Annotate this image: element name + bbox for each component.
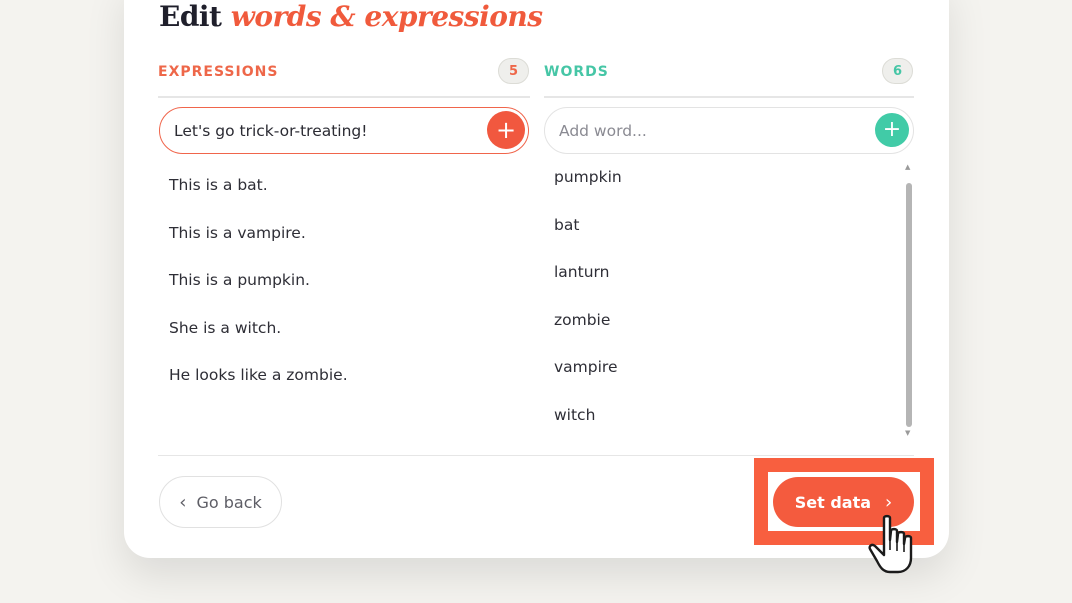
go-back-button[interactable]: ‹ Go back xyxy=(159,476,282,528)
expressions-count-badge: 5 xyxy=(498,58,529,84)
add-word-button[interactable]: + xyxy=(875,113,909,147)
expression-input-wrapper: + xyxy=(159,107,529,154)
set-data-label: Set data xyxy=(794,492,872,512)
chevron-left-icon: ‹ xyxy=(179,491,187,513)
expressions-label: EXPRESSIONS xyxy=(158,64,279,80)
word-item[interactable]: bat xyxy=(554,216,904,264)
scrollbar-thumb[interactable] xyxy=(906,183,912,427)
word-item[interactable]: vampire xyxy=(554,358,904,406)
plus-icon: + xyxy=(495,116,517,144)
words-count-badge: 6 xyxy=(882,58,913,84)
expression-item[interactable]: This is a bat. xyxy=(169,176,529,224)
expression-item[interactable]: He looks like a zombie. xyxy=(169,366,529,414)
word-item[interactable]: pumpkin xyxy=(554,168,904,216)
word-input-wrapper: + xyxy=(544,107,914,154)
expression-item[interactable]: This is a vampire. xyxy=(169,224,529,272)
word-item[interactable]: lanturn xyxy=(554,263,904,311)
scroll-up-icon[interactable]: ▲ xyxy=(905,163,910,171)
title-prefix: Edit xyxy=(159,0,222,33)
scroll-down-icon[interactable]: ▼ xyxy=(905,429,910,437)
words-header: WORDS 6 xyxy=(544,58,914,98)
words-scrollbar[interactable]: ▲ ▼ xyxy=(904,163,914,437)
word-item[interactable]: witch xyxy=(554,406,904,454)
add-expression-button[interactable]: + xyxy=(487,111,525,149)
expression-input[interactable] xyxy=(174,119,474,143)
words-label: WORDS xyxy=(544,64,609,80)
expression-item[interactable]: She is a witch. xyxy=(169,319,529,367)
go-back-label: Go back xyxy=(196,492,262,512)
expressions-list: This is a bat. This is a vampire. This i… xyxy=(169,176,529,414)
footer-divider xyxy=(158,455,914,456)
expression-item[interactable]: This is a pumpkin. xyxy=(169,271,529,319)
word-input[interactable] xyxy=(559,119,859,143)
plus-icon: + xyxy=(882,117,902,142)
title-accent: words & expressions xyxy=(230,0,543,33)
words-list: pumpkin bat lanturn zombie vampire witch xyxy=(554,168,904,454)
expressions-header: EXPRESSIONS 5 xyxy=(158,58,530,98)
word-item[interactable]: zombie xyxy=(554,311,904,359)
chevron-right-icon: › xyxy=(885,491,893,513)
hand-pointer-icon xyxy=(868,514,913,574)
page-title: Edit words & expressions xyxy=(159,0,543,33)
